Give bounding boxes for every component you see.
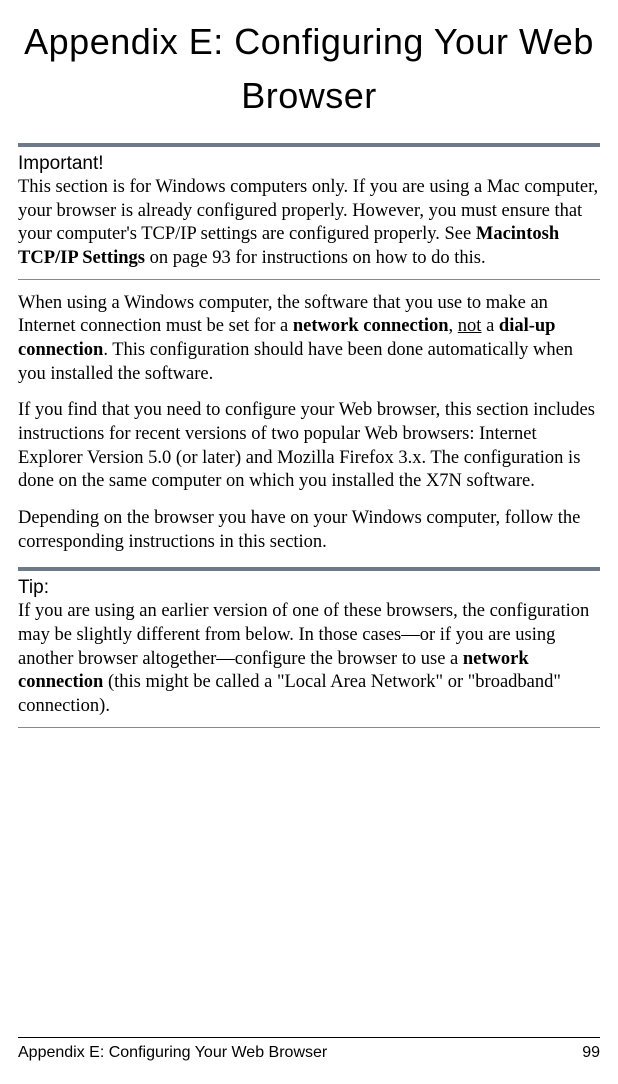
page-title: Appendix E: Configuring Your Web Browser (18, 15, 600, 123)
tip-callout: Tip: If you are using an earlier version… (18, 567, 600, 727)
body-paragraph-1: When using a Windows computer, the softw… (18, 292, 600, 387)
tip-body: If you are using an earlier version of o… (18, 600, 600, 718)
important-callout: Important! This section is for Windows c… (18, 143, 600, 280)
page-footer: Appendix E: Configuring Your Web Browser… (18, 1037, 600, 1062)
body-paragraph-3: Depending on the browser you have on you… (18, 507, 600, 554)
para1-text-3: a (481, 316, 498, 336)
important-body: This section is for Windows computers on… (18, 176, 600, 271)
tip-heading: Tip: (18, 577, 600, 599)
para1-text-2: , (449, 316, 458, 336)
footer-left: Appendix E: Configuring Your Web Browser (18, 1044, 327, 1062)
para1-underline-1: not (458, 316, 482, 336)
important-text-2: on page 93 for instructions on how to do… (145, 248, 486, 268)
body-paragraph-2: If you find that you need to configure y… (18, 399, 600, 494)
important-heading: Important! (18, 153, 600, 175)
para1-bold-1: network connection (293, 316, 449, 336)
footer-page-number: 99 (582, 1044, 600, 1062)
